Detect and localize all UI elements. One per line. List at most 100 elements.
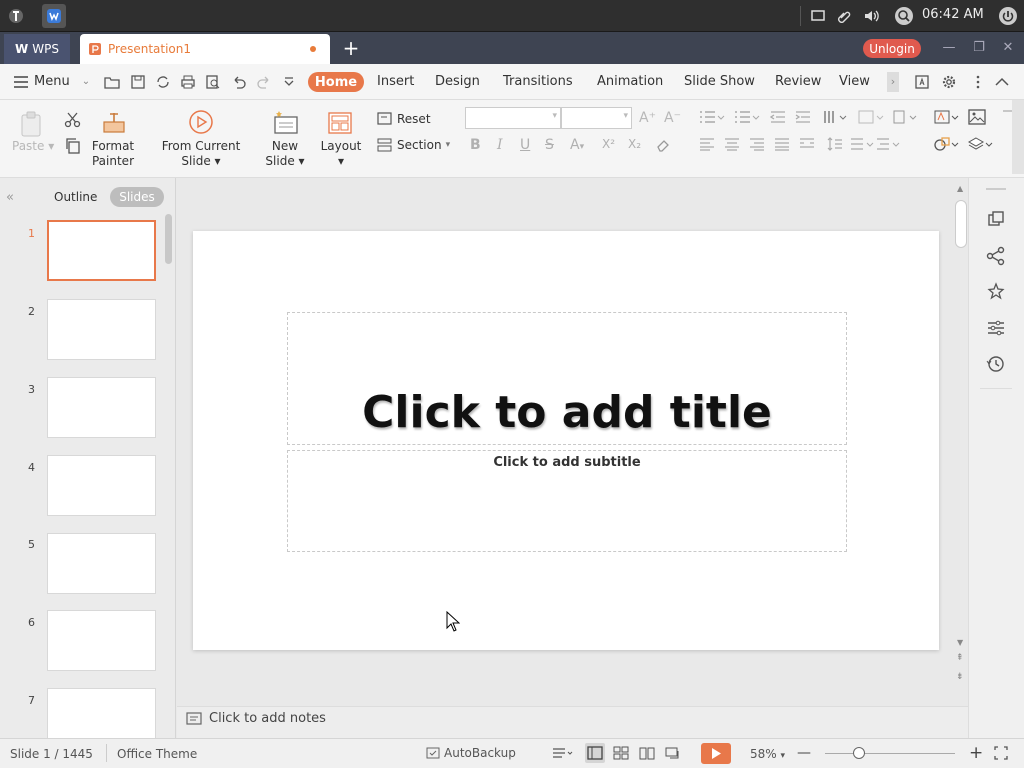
align-left-icon[interactable] — [699, 137, 715, 151]
layout-icon[interactable] — [327, 110, 353, 136]
wps-taskbar-icon[interactable] — [42, 4, 66, 28]
text-direction-icon[interactable] — [823, 109, 849, 125]
tab-outline[interactable]: Outline — [54, 190, 97, 204]
copy-icon[interactable] — [64, 137, 82, 155]
canvas-vertical-scrollbar[interactable] — [955, 200, 967, 248]
columns-icon[interactable] — [858, 110, 884, 124]
chat-icon[interactable] — [806, 4, 830, 28]
slide-thumbnail-3[interactable] — [47, 377, 156, 438]
print-preview-icon[interactable] — [205, 74, 221, 90]
new-slide-button[interactable]: New Slide ▾ — [262, 139, 308, 169]
minimize-icon[interactable]: — — [941, 40, 957, 56]
unlogin-button[interactable]: Unlogin — [863, 39, 921, 58]
bullets-icon[interactable] — [699, 110, 725, 124]
adjust-icon[interactable] — [986, 318, 1006, 338]
layout-button[interactable]: Layout ▾ — [316, 139, 366, 169]
section-button[interactable]: Section ▾ — [377, 138, 450, 152]
tab-review[interactable]: Review — [775, 74, 821, 89]
notes-view-icon[interactable] — [552, 746, 574, 760]
decrease-font-icon[interactable]: A⁻ — [664, 110, 681, 126]
from-current-slide-button[interactable]: From Current Slide ▾ — [158, 139, 244, 169]
shape-icon[interactable] — [934, 136, 960, 152]
slide-thumbnail-1[interactable] — [47, 220, 156, 281]
eraser-icon[interactable] — [655, 137, 671, 153]
line-spacing-icon[interactable] — [892, 109, 918, 125]
underline-icon[interactable]: U — [520, 137, 530, 153]
superscript-icon[interactable]: X² — [602, 137, 615, 151]
tab-design[interactable]: Design — [435, 74, 480, 89]
tab-slide-show[interactable]: Slide Show — [684, 74, 755, 89]
text-box-icon[interactable] — [914, 74, 930, 90]
tab-transitions[interactable]: Transitions — [503, 74, 573, 89]
collapse-ribbon-icon[interactable] — [994, 74, 1010, 90]
format-painter-button[interactable]: Format Painter — [90, 139, 136, 169]
tab-animation[interactable]: Animation — [597, 74, 663, 89]
scroll-up-icon[interactable]: ▲ — [957, 184, 963, 193]
share-icon[interactable] — [986, 246, 1006, 266]
ribbon-scrollbar[interactable] — [1012, 100, 1024, 174]
tab-home[interactable]: Home — [308, 72, 364, 92]
tab-slides[interactable]: Slides — [110, 187, 164, 207]
normal-view-button[interactable] — [585, 743, 605, 763]
paragraph-spacing-icon[interactable] — [827, 137, 843, 151]
zoom-in-icon[interactable]: + — [969, 743, 983, 763]
strikethrough-icon[interactable]: S — [545, 137, 554, 153]
subscript-icon[interactable]: X₂ — [628, 137, 641, 151]
slides-panel-scrollbar[interactable] — [165, 214, 172, 264]
reset-button[interactable]: Reset — [377, 112, 431, 126]
paste-button[interactable]: Paste ▾ — [12, 139, 54, 154]
gear-icon[interactable] — [941, 74, 957, 90]
text-box-insert-icon[interactable] — [934, 109, 960, 125]
slide-sorter-icon[interactable] — [613, 746, 629, 760]
wps-home-tab[interactable]: W WPS — [4, 34, 70, 64]
restore-icon[interactable]: ❐ — [971, 40, 987, 56]
object-format-icon[interactable] — [986, 210, 1006, 230]
play-from-current-icon[interactable] — [188, 109, 214, 135]
fit-window-icon[interactable] — [994, 746, 1008, 760]
tab-scroll-right-icon[interactable]: › — [887, 72, 899, 92]
increase-indent-icon[interactable] — [795, 110, 811, 124]
align-center-icon[interactable] — [724, 137, 740, 151]
reading-view-icon[interactable] — [639, 746, 655, 760]
volume-icon[interactable] — [860, 4, 884, 28]
search-icon[interactable] — [892, 4, 916, 28]
justify-icon[interactable] — [774, 137, 790, 151]
paste-icon[interactable] — [18, 110, 46, 138]
tab-view[interactable]: View — [839, 74, 870, 89]
print-icon[interactable] — [180, 74, 196, 90]
italic-icon[interactable]: I — [497, 137, 503, 153]
numbering-icon[interactable] — [734, 110, 760, 124]
slide-thumbnail-2[interactable] — [47, 299, 156, 360]
close-icon[interactable]: ✕ — [1000, 40, 1016, 56]
arrange-icon[interactable] — [968, 136, 994, 152]
save-icon[interactable] — [130, 74, 146, 90]
slide-thumbnail-7[interactable] — [47, 688, 156, 738]
scroll-down-icon[interactable]: ▼ — [957, 638, 963, 647]
system-logo-icon[interactable] — [4, 4, 28, 28]
next-slide-icon[interactable]: ⇟ — [956, 673, 964, 682]
decrease-indent-icon[interactable] — [770, 110, 786, 124]
font-color-icon[interactable]: A▾ — [570, 137, 584, 153]
previous-slide-icon[interactable]: ⇞ — [956, 654, 964, 663]
slideshow-play-button[interactable] — [701, 743, 731, 764]
picture-icon[interactable] — [968, 109, 986, 125]
tab-insert[interactable]: Insert — [377, 74, 414, 89]
history-icon[interactable] — [986, 354, 1006, 374]
autobackup-button[interactable]: AutoBackup — [426, 746, 516, 760]
slide-thumbnail-4[interactable] — [47, 455, 156, 516]
zoom-out-icon[interactable]: — — [797, 745, 811, 761]
new-tab-button[interactable]: + — [340, 38, 362, 60]
line-spacing-options-icon[interactable] — [876, 137, 902, 151]
increase-font-icon[interactable]: A⁺ — [639, 110, 656, 126]
new-slide-icon[interactable] — [272, 109, 300, 137]
redo-icon[interactable] — [256, 74, 272, 90]
export-icon[interactable] — [155, 74, 171, 90]
presenter-view-icon[interactable] — [665, 745, 681, 761]
clip-icon[interactable] — [832, 4, 856, 28]
customize-toolbar-icon[interactable] — [282, 74, 298, 90]
power-icon[interactable] — [996, 4, 1020, 28]
zoom-level[interactable]: 58% ▾ — [750, 747, 785, 761]
slide-thumbnail-5[interactable] — [47, 533, 156, 594]
more-options-icon[interactable] — [970, 74, 986, 90]
distribute-icon[interactable] — [799, 137, 815, 151]
